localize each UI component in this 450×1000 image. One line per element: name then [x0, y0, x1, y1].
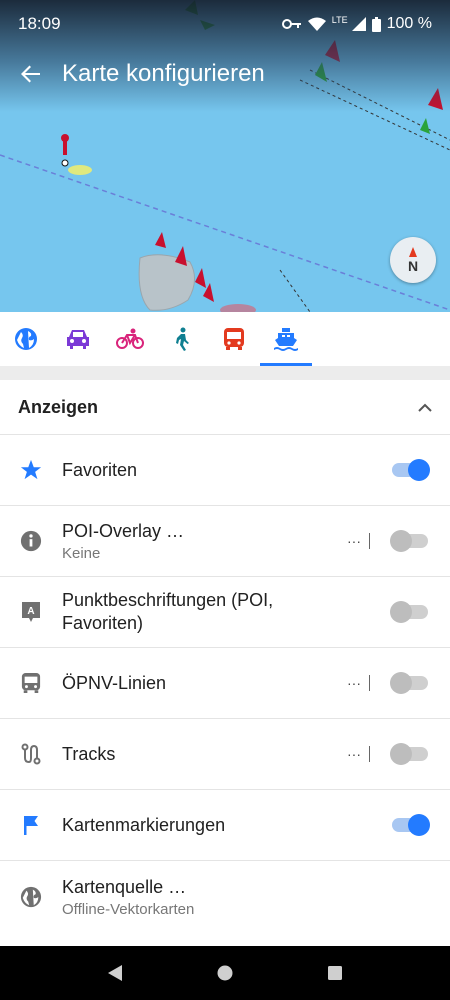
battery-level: 100 %	[386, 15, 432, 32]
list-item-tracks[interactable]: Tracks ···	[0, 719, 450, 790]
triangle-back-icon	[108, 965, 122, 981]
tab-bus[interactable]	[208, 312, 260, 366]
info-icon	[20, 530, 42, 552]
tab-bicycle[interactable]	[104, 312, 156, 366]
globe-icon	[15, 328, 37, 350]
more-options-button[interactable]: ···	[339, 533, 369, 549]
item-title: Favoriten	[62, 459, 138, 480]
bus-icon	[21, 673, 41, 693]
circle-home-icon	[217, 965, 233, 981]
boat-icon	[274, 328, 298, 351]
compass-icon: N	[408, 247, 418, 274]
more-options-button[interactable]: ···	[339, 675, 369, 691]
item-title-line2: Favoriten)	[62, 613, 144, 633]
svg-text:A: A	[27, 606, 34, 617]
page-title: Karte konfigurieren	[62, 60, 265, 87]
tab-browse-map[interactable]	[0, 312, 52, 366]
section-header-anzeigen[interactable]: Anzeigen	[0, 380, 450, 435]
app-bar: Karte konfigurieren	[0, 52, 450, 96]
divider	[369, 533, 370, 549]
square-recents-icon	[328, 966, 342, 980]
oepnv-toggle[interactable]	[390, 670, 430, 696]
config-panel: Anzeigen Favoriten POI-Overlay … Keine ·…	[0, 380, 450, 946]
item-title: Kartenquelle …	[62, 876, 187, 897]
item-title: Punktbeschriftungen (POI,	[62, 590, 274, 610]
svg-text:N: N	[408, 258, 418, 274]
item-subtitle: Keine	[62, 545, 101, 562]
item-title: POI-Overlay …	[62, 521, 185, 541]
pedestrian-icon	[176, 327, 189, 351]
track-icon	[21, 743, 41, 765]
favoriten-toggle[interactable]	[390, 457, 430, 483]
car-icon	[67, 330, 89, 349]
signal-icon	[351, 17, 366, 31]
vpn-key-icon	[281, 19, 301, 29]
battery-icon	[371, 16, 381, 32]
status-bar: 18:09 LTE 100 %	[0, 0, 450, 48]
list-item-favoriten[interactable]: Favoriten	[0, 435, 450, 506]
status-time: 18:09	[18, 14, 61, 33]
nav-back-button[interactable]	[95, 953, 135, 993]
list-item-kartenmarkierungen[interactable]: Kartenmarkierungen	[0, 790, 450, 861]
section-title: Anzeigen	[18, 396, 99, 417]
item-title: Tracks	[62, 743, 116, 764]
buoy-red-1	[61, 134, 92, 175]
list-item-kartenquelle[interactable]: Kartenquelle … Offline-Vektorkarten	[0, 861, 450, 932]
item-title: ÖPNV-Linien	[62, 672, 167, 693]
globe-icon	[20, 886, 42, 907]
item-subtitle: Offline-Vektorkarten	[62, 900, 195, 918]
star-icon	[20, 459, 42, 480]
list-item-oepnv-linien[interactable]: ÖPNV-Linien ···	[0, 648, 450, 719]
nav-home-button[interactable]	[205, 953, 245, 993]
nav-recents-button[interactable]	[315, 953, 355, 993]
divider	[369, 675, 370, 691]
kartenmarkierungen-toggle[interactable]	[390, 812, 430, 838]
poi-overlay-toggle[interactable]	[390, 528, 430, 554]
flag-icon	[24, 816, 38, 835]
back-button[interactable]	[0, 52, 62, 96]
more-options-button[interactable]: ···	[339, 746, 369, 762]
punktbeschriftungen-toggle[interactable]	[390, 599, 430, 625]
compass-button[interactable]: N	[390, 237, 436, 283]
wifi-icon	[307, 17, 326, 31]
item-title: Kartenmarkierungen	[62, 814, 226, 835]
tab-car[interactable]	[52, 312, 104, 366]
divider	[369, 746, 370, 762]
list-item-punktbeschriftungen[interactable]: A Punktbeschriftungen (POI, Favoriten)	[0, 577, 450, 648]
bus-icon	[224, 328, 244, 350]
chevron-up-icon[interactable]	[418, 403, 432, 412]
system-nav-bar	[0, 946, 450, 1000]
bicycle-icon	[116, 328, 144, 349]
arrow-back-icon	[21, 65, 40, 83]
tab-boat[interactable]	[260, 312, 312, 366]
tab-pedestrian[interactable]	[156, 312, 208, 366]
network-type: LTE	[331, 15, 348, 25]
list-item-poi-overlay[interactable]: POI-Overlay … Keine ···	[0, 506, 450, 577]
tracks-toggle[interactable]	[390, 741, 430, 767]
label-icon: A	[22, 602, 40, 622]
profile-tabs	[0, 312, 450, 366]
